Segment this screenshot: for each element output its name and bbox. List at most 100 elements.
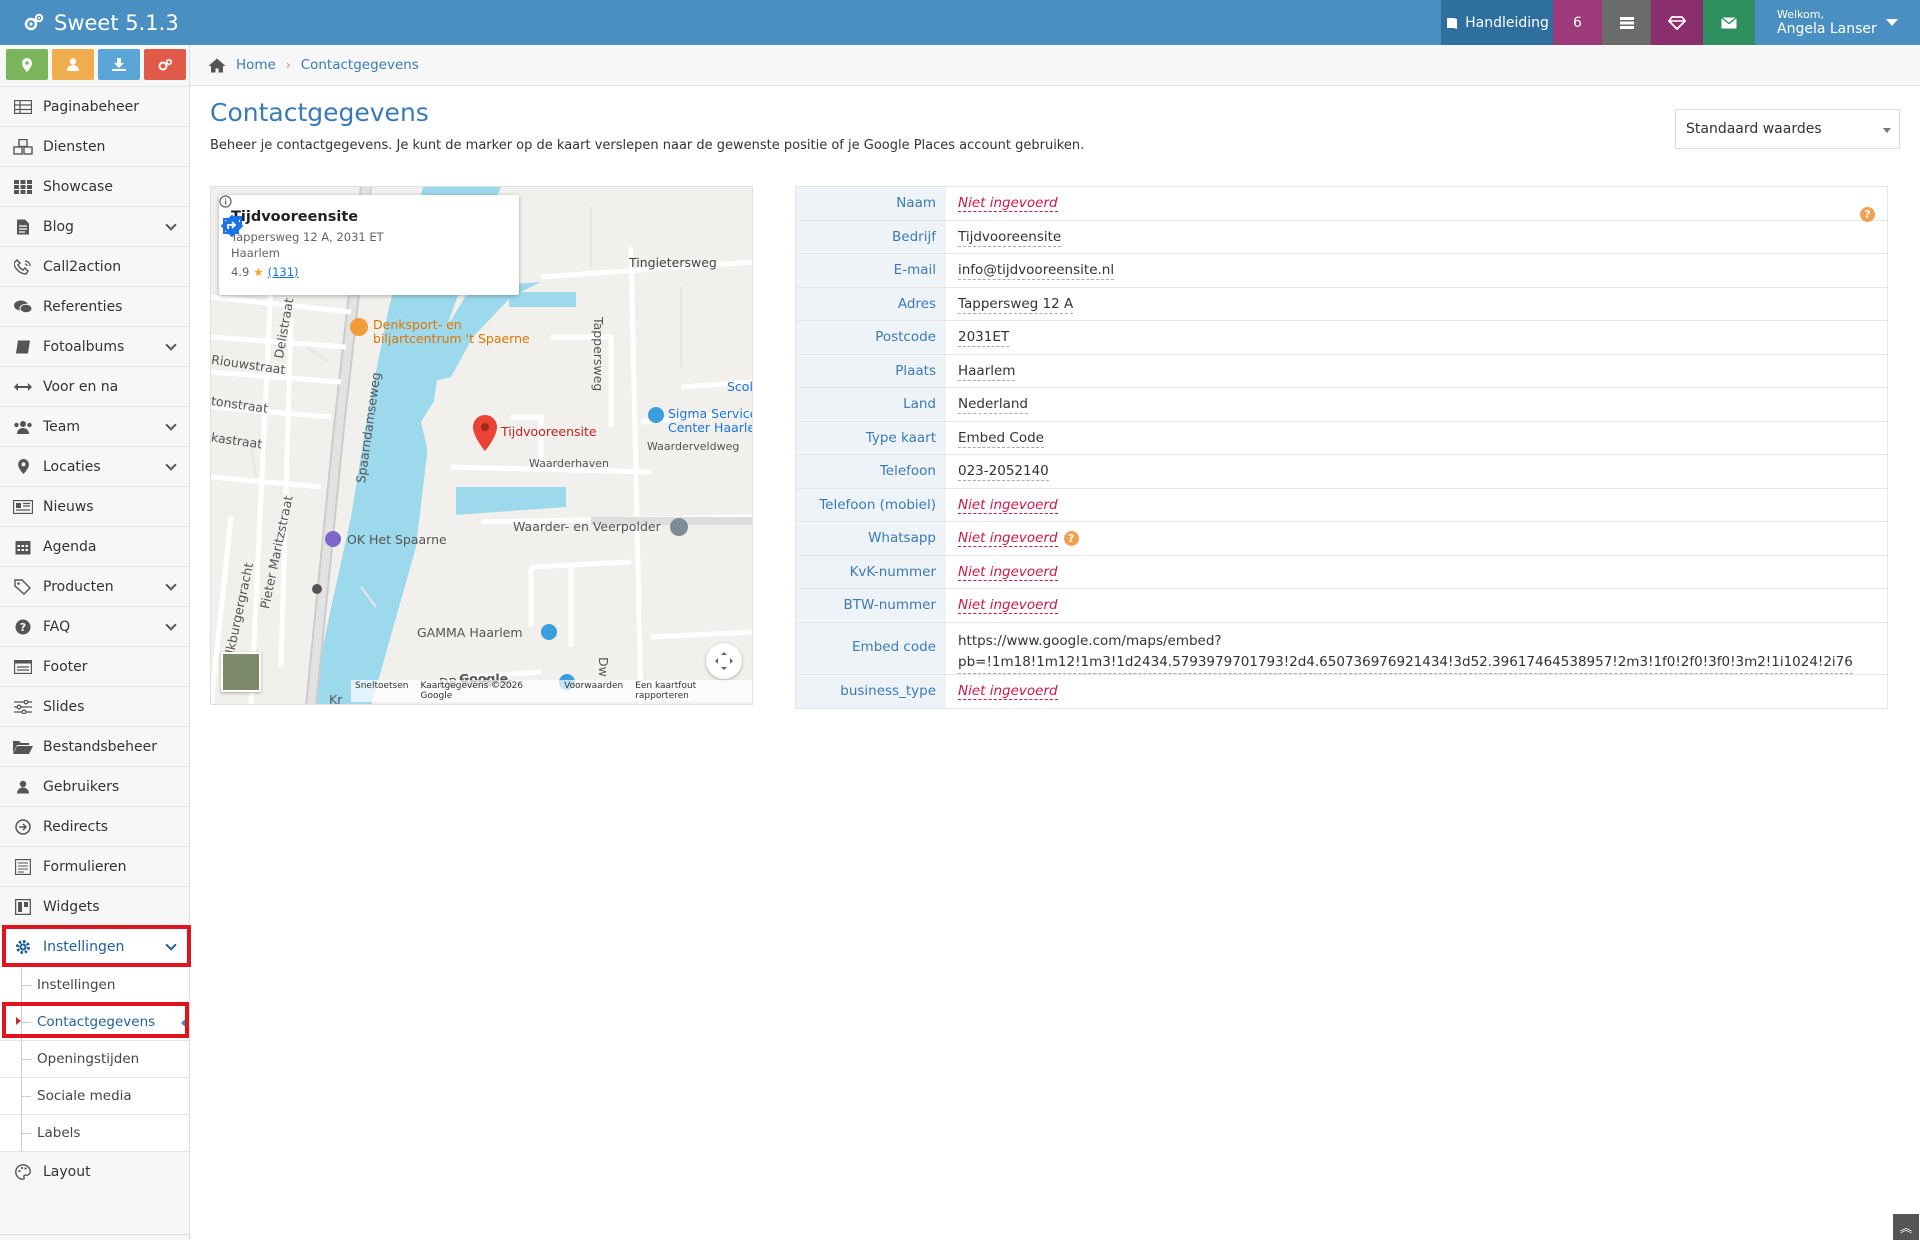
sidebar-item-faq[interactable]: ? FAQ [0,606,189,646]
map-footer-report[interactable]: Een kaartfout rapporteren [635,681,748,701]
field-value-btw[interactable]: Niet ingevoerd [958,597,1058,614]
table-row: Embed code https://www.google.com/maps/em… [796,207,1887,675]
info-icon[interactable] [219,195,232,208]
sidebar-item-formulieren[interactable]: Formulieren [0,846,189,886]
field-value-plaats[interactable]: Haarlem [958,362,1016,381]
caret-down-icon [1886,19,1898,26]
breadcrumb: Home › Contactgegevens [190,45,1920,86]
field-value-type-kaart[interactable]: Embed Code [958,429,1044,448]
sidebar-item-footer[interactable]: Footer [0,646,189,686]
map-label: Scola [727,379,753,394]
field-value-email[interactable]: info@tijdvooreensite.nl [958,262,1115,280]
satellite-toggle[interactable] [221,652,261,692]
place-address: Tappersweg 12 A, 2031 ET Haarlem [231,229,401,261]
quick-actions [6,49,186,80]
field-value-kvk[interactable]: Niet ingevoerd [958,563,1058,581]
server-button[interactable] [1602,0,1651,45]
home-icon[interactable] [208,58,226,73]
review-count-link[interactable]: (131) [268,265,299,279]
field-value-telefoon[interactable]: 023-2052140 [958,463,1049,481]
book-icon [1447,17,1458,29]
gears-icon [158,58,173,70]
sidebar-item-showcase[interactable]: Showcase [0,166,189,206]
sidebar-item-referenties[interactable]: Referenties [0,286,189,326]
tags-icon [12,578,34,596]
field-value-whatsapp[interactable]: Niet ingevoerd [958,530,1058,547]
sidebar-item-team[interactable]: Team [0,406,189,446]
sidebar-item-call2action[interactable]: Call2action [0,246,189,286]
field-value-bedrijf[interactable]: Tijdvooreensite [958,228,1062,247]
notification-count-button[interactable]: 6 [1553,0,1602,45]
sidebar-item-fotoalbums[interactable]: Fotoalbums [0,326,189,366]
sidebar-item-label: Formulieren [43,858,127,875]
sidebar-item-agenda[interactable]: Agenda [0,526,189,566]
sidebar-item-slides[interactable]: Slides [0,686,189,726]
field-value-business-type[interactable]: Niet ingevoerd [958,682,1058,700]
map-footer-terms[interactable]: Voorwaarden [564,681,623,701]
sidebar-collapse-toggle[interactable]: « [0,1234,189,1240]
sidebar-subitem-label: Labels [37,1125,81,1141]
breadcrumb-home[interactable]: Home [236,57,276,73]
field-value-naam[interactable]: Niet ingevoerd [958,195,1058,212]
map-embed[interactable]: Tingietersweg Denksport- en biljartcentr… [210,186,753,705]
defaults-select[interactable]: Standaard waardes [1675,109,1900,149]
newspaper-icon [12,498,34,516]
map-label: Waarder- en Veerpolder [513,519,661,534]
sidebar-item-nieuws[interactable]: Nieuws [0,486,189,526]
sidebar-item-label: Locaties [43,458,101,475]
field-value-embed-code[interactable]: https://www.google.com/maps/embed? pb=!1m… [946,623,1887,674]
sidebar-subitem-label: Instellingen [37,977,116,993]
map-label: OK Het Spaarne [347,532,447,547]
diamond-button[interactable] [1651,0,1703,45]
sidebar-subitem-instellingen[interactable]: Instellingen [0,966,189,1003]
manual-button[interactable]: Handleiding [1441,0,1553,45]
sidebar-item-producten[interactable]: Producten [0,566,189,606]
sidebar-item-diensten[interactable]: Diensten [0,126,189,166]
field-value-telefoon-mobiel[interactable]: Niet ingevoerd [958,496,1058,514]
field-value-land[interactable]: Nederland [958,396,1028,414]
settings-quick-button[interactable] [144,49,186,80]
book-icon [12,338,34,356]
sidebar-item-label: Slides [43,698,85,715]
location-quick-button[interactable] [6,49,48,80]
highlight-contactgegevens [2,1002,189,1038]
sidebar-item-blog[interactable]: Blog [0,206,189,246]
sidebar-subitem-sociale-media[interactable]: Sociale media [0,1077,189,1114]
field-label: Type kaart [796,421,946,454]
table-row: Naam Niet ingevoerd [796,187,1887,221]
table-row: Telefoon (mobiel) Niet ingevoerd [796,488,1887,522]
breadcrumb-current[interactable]: Contactgegevens [301,57,419,73]
map-label: Tappersweg [591,317,606,392]
sidebar-item-voor-en-na[interactable]: Voor en na [0,366,189,406]
help-icon[interactable]: ? [1860,207,1875,222]
map-label: GAMMA Haarlem [417,625,523,640]
scroll-to-top-button[interactable]: ︽ [1893,1214,1919,1240]
sidebar-item-label: Referenties [43,298,123,315]
sidebar-item-bestandsbeheer[interactable]: Bestandsbeheer [0,726,189,766]
field-value-postcode[interactable]: 2031ET [958,329,1010,347]
table-row: Plaats Haarlem [796,354,1887,388]
download-quick-button[interactable] [98,49,140,80]
mail-button[interactable] [1703,0,1755,45]
sidebar-item-locaties[interactable]: Locaties [0,446,189,486]
map-footer-shortcuts[interactable]: Sneltoetsen [355,681,409,701]
user-menu[interactable]: Welkom, Angela Lanser [1755,0,1920,45]
help-icon[interactable]: ? [1063,530,1079,546]
caret-down-icon [1883,128,1891,133]
sidebar-item-gebruikers[interactable]: Gebruikers [0,766,189,806]
sidebar-item-layout[interactable]: Layout [0,1151,189,1191]
fullscreen-button[interactable] [706,643,742,679]
field-label: Postcode [796,321,946,354]
sidebar-item-widgets[interactable]: Widgets [0,886,189,926]
directions-icon[interactable] [219,213,245,239]
defaults-select-value: Standaard waardes [1686,121,1822,137]
field-label: Naam [796,187,946,220]
sidebar-subitem-labels[interactable]: Labels [0,1114,189,1151]
field-value-adres[interactable]: Tappersweg 12 A [958,295,1074,314]
user-quick-button[interactable] [52,49,94,80]
sidebar-item-redirects[interactable]: Redirects [0,806,189,846]
sidebar-item-paginabeheer[interactable]: Paginabeheer [0,86,189,126]
brand[interactable]: Sweet 5.1.3 [22,0,179,45]
chevron-down-icon [165,579,177,591]
sidebar-subitem-openingstijden[interactable]: Openingstijden [0,1040,189,1077]
